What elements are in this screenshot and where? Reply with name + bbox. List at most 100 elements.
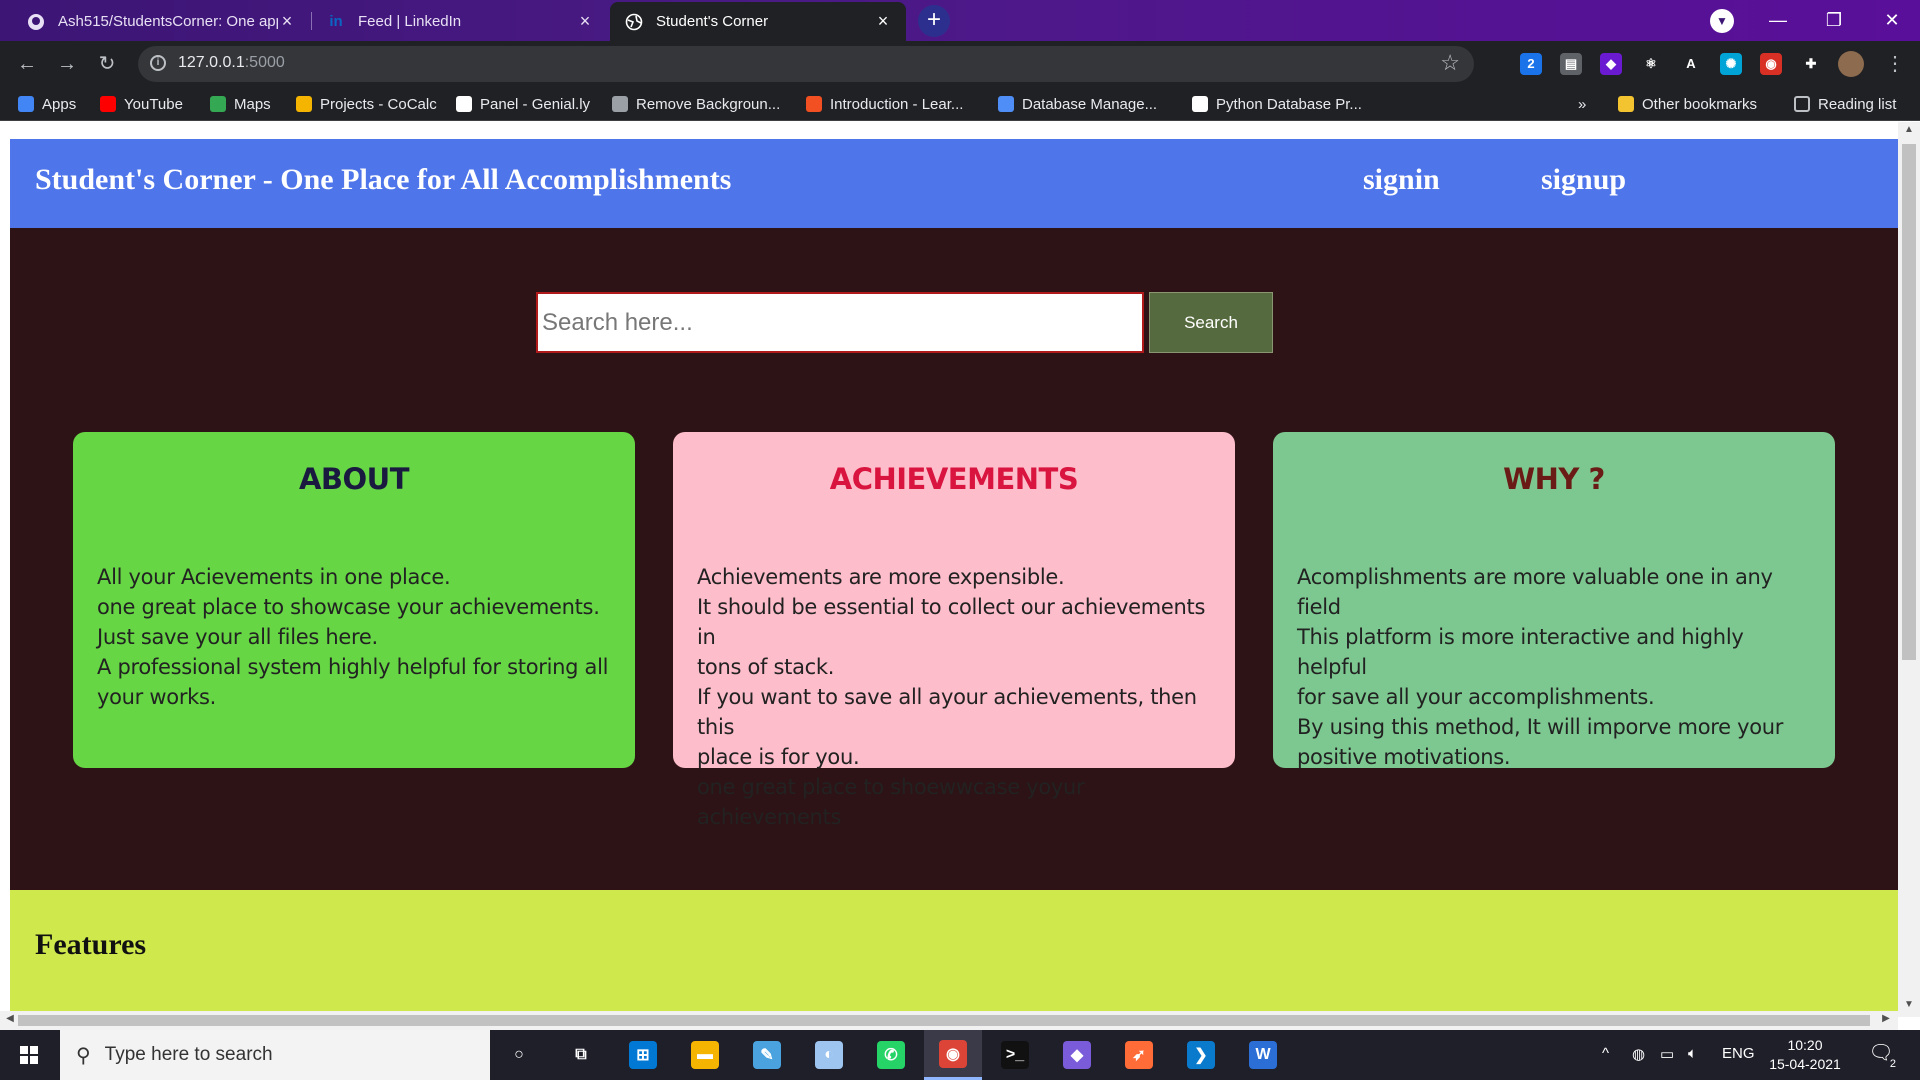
bookmark-item[interactable]: Database Manage... (998, 94, 1157, 114)
bookmark-item[interactable]: Projects - CoCalc (296, 94, 437, 114)
bookmark-item[interactable]: Apps (18, 94, 76, 114)
bookmark-item[interactable]: Python Database Pr... (1192, 94, 1362, 114)
reading-list[interactable]: Reading list (1794, 94, 1896, 114)
card-body: Achievements are more expensible. It shou… (697, 562, 1211, 832)
taskbar-search-box[interactable]: ⚲ Type here to search (60, 1030, 490, 1080)
bookmark-label: Panel - Genial.ly (480, 95, 591, 113)
hero-section: Search here... Search ABOUT All your Aci… (10, 228, 1898, 890)
bookmark-item[interactable]: Introduction - Lear... (806, 94, 963, 114)
other-bookmarks[interactable]: Other bookmarks (1618, 94, 1757, 114)
browser-tab-strip: Ash515/StudentsCorner: One app × in Feed… (0, 0, 1920, 41)
ext-a-icon[interactable]: A (1680, 53, 1702, 75)
restore-window-icon[interactable]: ❐ (1806, 0, 1862, 40)
store-icon[interactable]: ⊞ (614, 1030, 672, 1080)
bookmark-item[interactable]: YouTube (100, 94, 183, 114)
search-button[interactable]: Search (1149, 292, 1273, 353)
terminal-icon[interactable]: >_ (986, 1030, 1044, 1080)
bookmark-label: YouTube (124, 95, 183, 113)
bookmarks-overflow-icon[interactable]: » (1578, 94, 1586, 114)
git-icon[interactable]: ◆ (1048, 1030, 1106, 1080)
reload-icon[interactable]: ↻ (92, 49, 122, 79)
minimize-window-icon[interactable]: — (1750, 0, 1806, 40)
volume-icon[interactable]: 🔈︎ (1688, 1045, 1697, 1062)
close-tab-icon[interactable]: × (278, 11, 296, 32)
site-title: Student's Corner - One Place for All Acc… (35, 163, 732, 196)
windows-start-icon[interactable] (0, 1030, 60, 1080)
tab-search-dropdown-icon[interactable]: ▼ (1710, 9, 1734, 33)
bookmark-item[interactable]: Remove Backgroun... (612, 94, 780, 114)
ext-chrome-icon[interactable]: ◉ (1760, 53, 1782, 75)
notification-center-icon[interactable]: 🗨︎ 2 (1866, 1040, 1896, 1070)
ext-gear-icon[interactable]: ✺ (1720, 53, 1742, 75)
scroll-left-icon[interactable]: ◀ (2, 1013, 18, 1024)
close-tab-icon[interactable]: × (874, 11, 892, 32)
site-header: Student's Corner - One Place for All Acc… (10, 139, 1898, 228)
horizontal-scrollbar[interactable]: ◀ ▶ (0, 1011, 1898, 1030)
bookmark-label: Projects - CoCalc (320, 95, 437, 113)
show-hidden-icons-icon[interactable]: ^ (1602, 1045, 1609, 1062)
system-clock[interactable]: 10:20 15-04-2021 (1760, 1036, 1850, 1074)
word-icon[interactable]: W (1234, 1030, 1292, 1080)
linkedin-icon: in (329, 13, 343, 30)
react-devtools-icon[interactable]: ⚛ (1640, 53, 1662, 75)
features-section: Features (10, 890, 1898, 1030)
ext-cards-icon[interactable]: ▤ (1560, 53, 1582, 75)
bookmarks-bar: Apps YouTube Maps Projects - CoCalc Panel - … (0, 87, 1920, 121)
cocalc-icon (296, 96, 312, 112)
chrome-glyph: ◉ (939, 1039, 967, 1068)
tab-linkedin[interactable]: in Feed | LinkedIn × (312, 2, 608, 41)
back-icon[interactable]: ← (12, 49, 42, 79)
signup-link[interactable]: signup (1541, 163, 1626, 197)
task-view-icon[interactable]: ⧉ (552, 1030, 610, 1080)
site-info-icon[interactable]: i (150, 55, 166, 71)
ext-2-icon[interactable]: 2 (1520, 53, 1542, 75)
tab-github[interactable]: Ash515/StudentsCorner: One app × (12, 2, 310, 41)
whatsapp-icon[interactable]: ✆ (862, 1030, 920, 1080)
language-indicator[interactable]: ENG (1722, 1045, 1755, 1062)
scroll-up-icon[interactable]: ▲ (1898, 124, 1920, 140)
card-text-line: Acomplishments are more valuable one in … (1297, 565, 1773, 619)
card-heading: ACHIEVEMENTS (829, 462, 1079, 496)
forward-icon[interactable]: → (52, 49, 82, 79)
address-bar[interactable]: i 127.0.0.1:5000 ☆ (138, 46, 1474, 82)
scroll-down-icon[interactable]: ▼ (1898, 999, 1920, 1015)
bookmark-item[interactable]: Panel - Genial.ly (456, 94, 590, 114)
cortana-icon[interactable]: ○ (490, 1030, 548, 1080)
clock-date: 15-04-2021 (1769, 1056, 1841, 1072)
ext-3-icon[interactable]: ◆ (1600, 53, 1622, 75)
notes-glyph: ✎ (753, 1041, 781, 1069)
paint-icon[interactable]: ◐ (800, 1030, 858, 1080)
card-text-line: A professional system highly helpful for… (97, 655, 609, 679)
genially-icon (456, 96, 472, 112)
card-text-line: By using this method, It will imporve mo… (1297, 715, 1784, 739)
battery-icon[interactable]: ▭ (1660, 1045, 1674, 1063)
notes-icon[interactable]: ✎ (738, 1030, 796, 1080)
scroll-right-icon[interactable]: ▶ (1878, 1013, 1894, 1024)
bookmark-item[interactable]: Maps (210, 94, 271, 114)
network-globe-icon[interactable]: ◍ (1632, 1045, 1645, 1063)
tab-students-corner[interactable]: Student's Corner × (610, 2, 906, 41)
close-tab-icon[interactable]: × (576, 11, 594, 32)
scrollbar-thumb[interactable] (1902, 144, 1916, 660)
bookmark-label: Python Database Pr... (1216, 95, 1362, 113)
bookmark-label: Database Manage... (1022, 95, 1158, 113)
file-explorer-icon[interactable]: ▬ (676, 1030, 734, 1080)
browser-toolbar: ← → ↻ i 127.0.0.1:5000 ☆ 2 ▤ ◆ ⚛ A ✺ ◉ ✚ ⋮ (0, 41, 1920, 87)
vscode-icon[interactable]: ❯ (1172, 1030, 1230, 1080)
bookmark-label: Apps (42, 95, 77, 113)
chrome-menu-icon[interactable]: ⋮ (1880, 49, 1910, 79)
postman-icon[interactable]: ➶ (1110, 1030, 1168, 1080)
search-input[interactable]: Search here... (536, 292, 1144, 353)
chrome-icon[interactable]: ◉ (924, 1030, 982, 1080)
bookmark-star-icon[interactable]: ☆ (1440, 50, 1460, 76)
vertical-scrollbar[interactable]: ▲ ▼ (1898, 122, 1920, 1017)
close-window-icon[interactable]: ✕ (1864, 0, 1920, 40)
youtube-icon (100, 96, 116, 112)
signin-link[interactable]: signin (1363, 163, 1440, 197)
extensions-puzzle-icon[interactable]: ✚ (1800, 53, 1822, 75)
new-tab-button[interactable]: + (918, 5, 950, 37)
card-text-line: All your Acievements in one place. (97, 565, 451, 589)
profile-avatar[interactable] (1838, 51, 1864, 77)
scrollbar-thumb[interactable] (18, 1015, 1870, 1026)
reading-list-icon (1794, 96, 1810, 112)
